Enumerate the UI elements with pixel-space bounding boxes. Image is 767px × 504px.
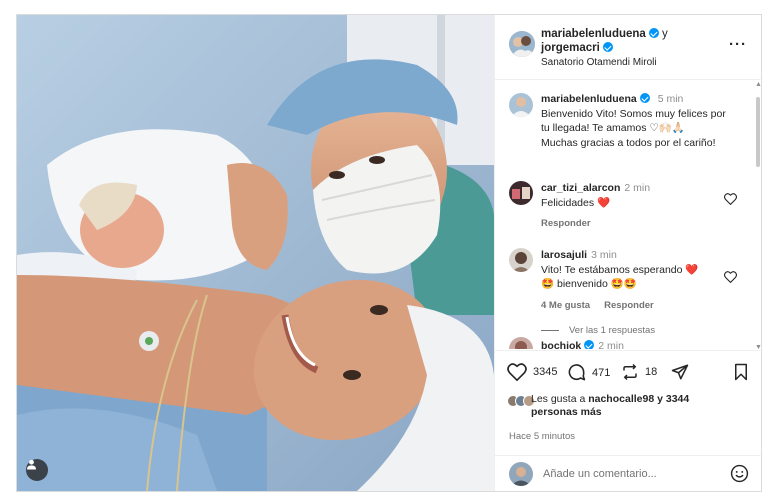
- commenter-avatar[interactable]: [509, 337, 533, 349]
- like-comment-heart-icon[interactable]: [724, 271, 737, 283]
- current-user-avatar: [509, 462, 533, 486]
- repost-icon[interactable]: [621, 363, 639, 381]
- comment-text-line-1: Vito! Te estábamos esperando ❤️: [541, 263, 699, 276]
- reply-button[interactable]: Responder: [541, 218, 591, 229]
- comment-username[interactable]: bochiok: [541, 340, 581, 349]
- likes-summary[interactable]: Les gusta a nachocalle98 y 3344 personas…: [531, 393, 689, 419]
- caption-time: 5 min: [657, 93, 684, 105]
- comment-action[interactable]: 471: [567, 363, 610, 382]
- caption-avatar[interactable]: [509, 93, 533, 117]
- comment-text: Felicidades ❤️: [541, 196, 611, 209]
- repost-action[interactable]: 18: [621, 363, 657, 381]
- emoji-icon[interactable]: [730, 464, 749, 483]
- post-location[interactable]: Sanatorio Otamendi Miroli: [541, 57, 657, 68]
- author-line-1: mariabelenluduena y: [541, 28, 668, 40]
- comment-likes[interactable]: 4 Me gusta: [541, 300, 590, 311]
- caption-line-2: tu llegada! Te amamos ♡🙌🏻🙏🏻: [541, 122, 685, 134]
- author1-username[interactable]: mariabelenluduena: [541, 28, 646, 40]
- comment-count: 471: [592, 366, 611, 379]
- post-header: mariabelenluduena y jorgemacri Sanatorio…: [495, 15, 763, 80]
- avatar-image-icon: [509, 93, 533, 117]
- post-actions: 3345 471 18 Les gusta a nachocalle98 y 3…: [495, 350, 763, 460]
- comment-text-line-2: 🤩 bienvenido 🤩🤩: [541, 278, 637, 290]
- post-photo[interactable]: [17, 15, 494, 491]
- comment-time: 2 min: [598, 340, 624, 349]
- likes-prefix: Les gusta a: [531, 393, 586, 405]
- author-avatar[interactable]: [509, 31, 535, 57]
- like-action[interactable]: 3345: [507, 363, 557, 381]
- scroll-up-arrow-icon[interactable]: ▲: [755, 81, 762, 88]
- replies-divider: [541, 329, 559, 331]
- author-line-2: jorgemacri: [541, 42, 613, 54]
- bookmark-icon[interactable]: [733, 363, 749, 381]
- comment-username[interactable]: car_tizi_alarcon: [541, 182, 620, 194]
- avatar-image-icon: [509, 462, 533, 486]
- add-comment-bar: [495, 455, 763, 491]
- tagged-users-button[interactable]: [26, 459, 48, 481]
- add-comment-input[interactable]: [543, 464, 723, 484]
- author-connector: y: [662, 28, 668, 40]
- commenter-avatar[interactable]: [509, 248, 533, 272]
- avatar-image-icon: [509, 337, 533, 349]
- save-action[interactable]: [733, 363, 749, 381]
- author2-username[interactable]: jorgemacri: [541, 42, 600, 54]
- reply-button[interactable]: Responder: [604, 300, 654, 311]
- photo-illustration: [17, 15, 494, 491]
- user-icon: [26, 459, 37, 470]
- more-horizontal-icon[interactable]: ···: [729, 36, 747, 53]
- send-icon[interactable]: [671, 363, 689, 381]
- caption-line-1: Bienvenido Vito! Somos muy felices por: [541, 107, 726, 120]
- likes-suffix[interactable]: personas más: [531, 406, 602, 418]
- verified-badge-icon: [584, 340, 595, 349]
- verified-badge-icon: [602, 42, 613, 52]
- commenter-avatar[interactable]: [509, 181, 533, 205]
- scrollbar-thumb[interactable]: [756, 97, 760, 167]
- comment-bubble-icon[interactable]: [567, 363, 586, 382]
- post-timestamp[interactable]: Hace 5 minutos: [509, 431, 575, 442]
- likes-middle: y 3344: [657, 393, 690, 405]
- heart-icon[interactable]: [507, 363, 527, 381]
- comment-time: 3 min: [591, 249, 617, 261]
- post-side-panel: mariabelenluduena y jorgemacri Sanatorio…: [494, 15, 763, 491]
- avatar-image-icon: [509, 181, 533, 205]
- caption-line-3: Muchas gracias a todos por el cariño!: [541, 136, 716, 149]
- share-action[interactable]: [671, 363, 689, 381]
- comment-time: 2 min: [624, 182, 651, 194]
- post-modal: mariabelenluduena y jorgemacri Sanatorio…: [16, 14, 763, 492]
- view-replies-button[interactable]: Ver las 1 respuestas: [569, 325, 655, 336]
- comment-username[interactable]: larosajuli: [541, 249, 587, 261]
- comments-list[interactable]: mariabelenluduena 5 min Bienvenido Vito! …: [495, 81, 763, 349]
- avatar-image-icon: [509, 248, 533, 272]
- repost-count: 18: [645, 366, 658, 378]
- liker-username[interactable]: nachocalle98: [588, 393, 654, 405]
- avatar-image-icon: [509, 31, 535, 57]
- like-comment-heart-icon[interactable]: [724, 193, 737, 205]
- verified-badge-icon: [648, 28, 659, 38]
- like-count: 3345: [533, 366, 558, 378]
- verified-badge-icon: [639, 93, 650, 103]
- caption-username[interactable]: mariabelenluduena: [541, 93, 637, 105]
